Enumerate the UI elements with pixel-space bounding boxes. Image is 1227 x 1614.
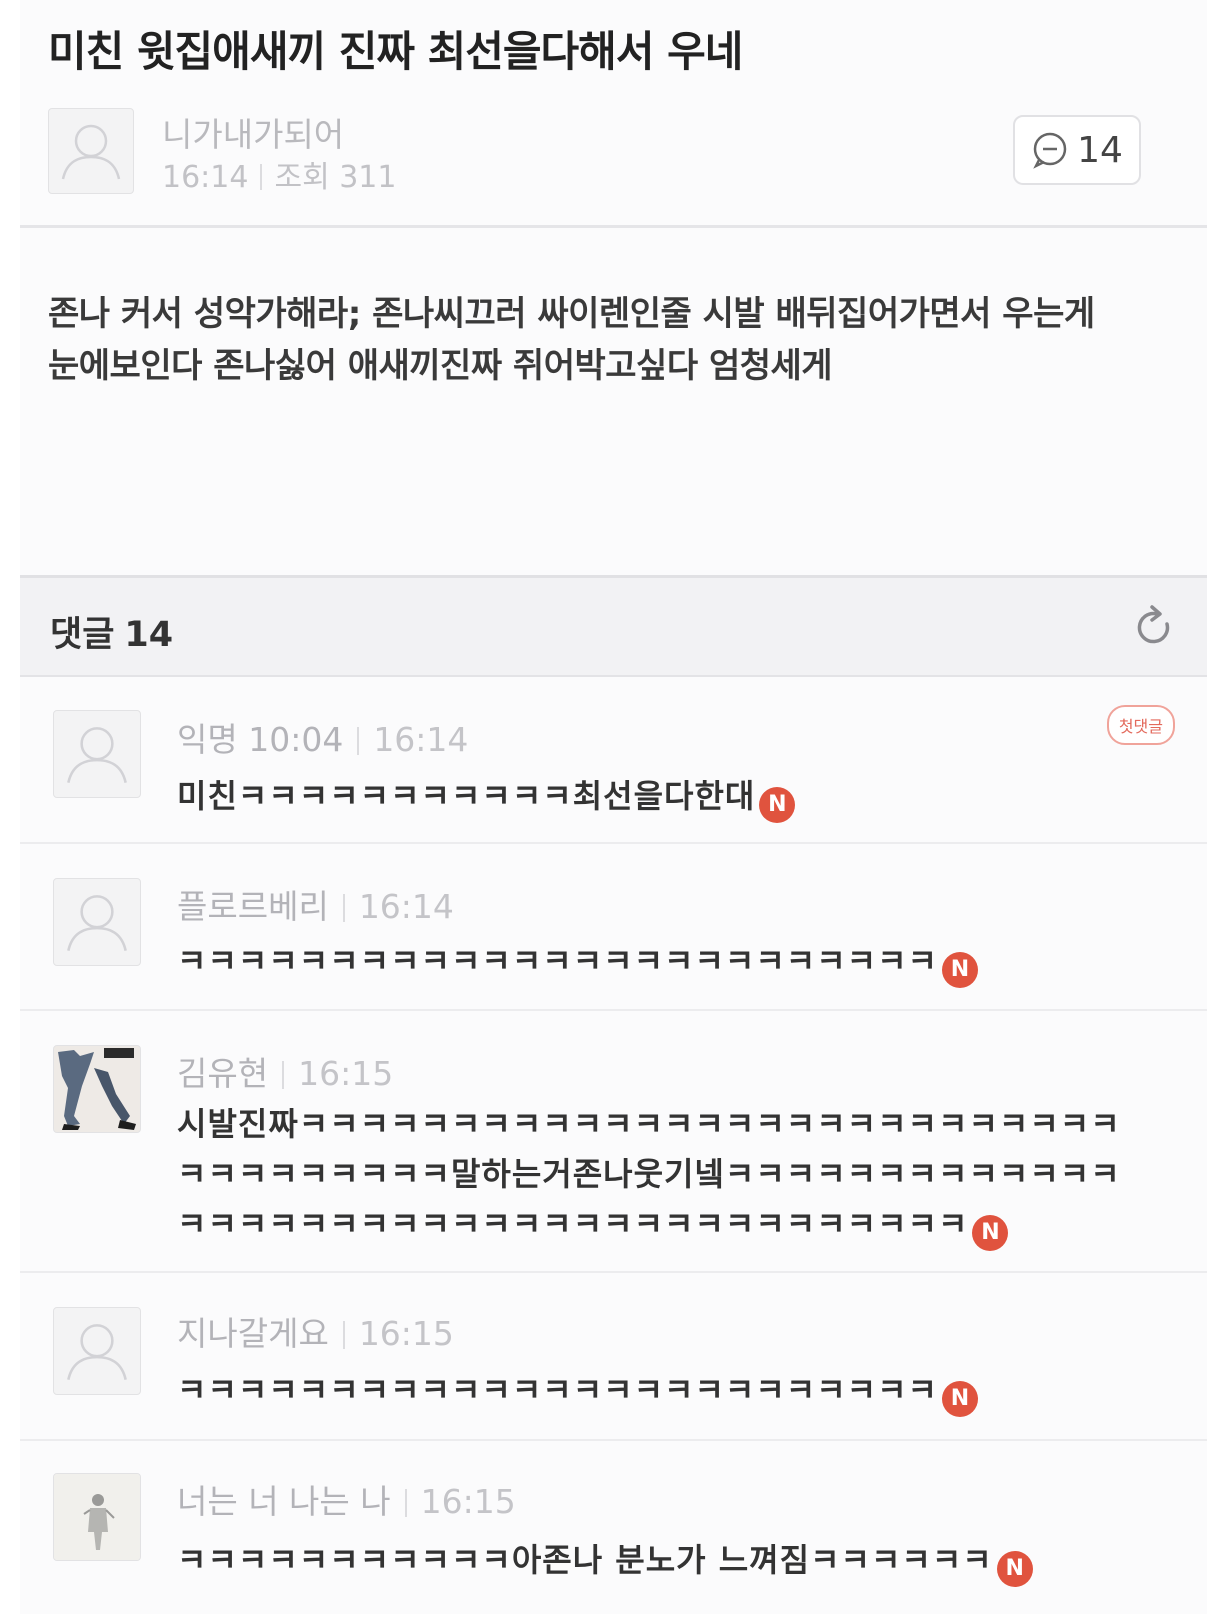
comment-avatar[interactable] <box>53 878 141 966</box>
comment-author-name[interactable]: 지나갈게요 <box>177 1314 329 1353</box>
post-views: 조회 311 <box>274 160 397 195</box>
comment-time: 16:14 <box>358 887 454 926</box>
meta-separator <box>260 164 263 190</box>
author-name[interactable]: 니가내가되어 <box>162 108 344 156</box>
refresh-icon <box>1137 605 1170 644</box>
separator <box>404 1489 407 1517</box>
comment-text-body: ㅋㅋㅋㅋㅋㅋㅋㅋㅋㅋㅋㅋㅋㅋㅋㅋㅋㅋㅋㅋㅋㅋㅋㅋㅋ <box>177 942 939 980</box>
post-title: 미친 윗집애새끼 진짜 최선을다해서 우네 <box>48 27 743 76</box>
comment-count: 14 <box>1077 129 1123 171</box>
comment-text: ㅋㅋㅋㅋㅋㅋㅋㅋㅋㅋㅋ아존나 분노가 느껴짐ㅋㅋㅋㅋㅋㅋ N <box>177 1535 1137 1587</box>
comments-label-text: 댓글 <box>50 615 115 655</box>
comment-item: 지나갈게요 16:15 ㅋㅋㅋㅋㅋㅋㅋㅋㅋㅋㅋㅋㅋㅋㅋㅋㅋㅋㅋㅋㅋㅋㅋㅋㅋ N <box>20 1273 1207 1441</box>
comment-item: 김유현 16:15 시발진짜ㅋㅋㅋㅋㅋㅋㅋㅋㅋㅋㅋㅋㅋㅋㅋㅋㅋㅋㅋㅋㅋㅋㅋㅋㅋㅋㅋ… <box>20 1011 1207 1273</box>
comment-item: 너는 너 나는 나 16:15 ㅋㅋㅋㅋㅋㅋㅋㅋㅋㅋㅋ아존나 분노가 느껴짐ㅋㅋㅋ… <box>20 1441 1207 1614</box>
separator <box>282 1061 285 1089</box>
comment-author[interactable]: 김유현 16:15 <box>177 1047 393 1095</box>
comment-text: 미친ㅋㅋㅋㅋㅋㅋㅋㅋㅋㅋㅋ최선을다한대 N <box>177 771 1137 823</box>
new-badge: N <box>942 952 979 988</box>
comment-text-body: ㅋㅋㅋㅋㅋㅋㅋㅋㅋㅋㅋㅋㅋㅋㅋㅋㅋㅋㅋㅋㅋㅋㅋㅋㅋ <box>177 1371 939 1409</box>
separator <box>342 894 345 922</box>
refresh-button[interactable] <box>1133 602 1177 652</box>
comment-avatar[interactable] <box>53 710 141 798</box>
default-user-icon <box>67 895 127 951</box>
photo-avatar <box>54 1046 140 1132</box>
speech-bubble-icon <box>1033 132 1067 169</box>
comment-author-name[interactable]: 너는 너 나는 나 <box>177 1482 391 1521</box>
comment-time: 16:15 <box>358 1314 454 1353</box>
comment-author[interactable]: 지나갈게요 16:15 <box>177 1307 454 1355</box>
comment-item: 익명 10:04 16:14 미친ㅋㅋㅋㅋㅋㅋㅋㅋㅋㅋㅋ최선을다한대 N 첫댓글 <box>20 677 1207 844</box>
comment-author-name[interactable]: 김유현 <box>177 1054 268 1093</box>
post-body: 존나 커서 성악가해라; 존나씨끄러 싸이렌인줄 시발 배뒤집어가면서 우는게 … <box>48 294 1095 386</box>
default-user-icon <box>61 124 121 180</box>
comment-time: 16:15 <box>298 1054 394 1093</box>
new-badge: N <box>942 1381 979 1417</box>
post-page: 미친 윗집애새끼 진짜 최선을다해서 우네 니가내가되어 16:14 조회 311… <box>0 0 1227 1614</box>
comment-author[interactable]: 익명 10:04 16:14 <box>177 713 468 761</box>
comments-count: 14 <box>124 615 174 655</box>
default-user-icon <box>67 727 127 783</box>
comment-author[interactable]: 너는 너 나는 나 16:15 <box>177 1475 516 1523</box>
comments-label: 댓글 14 <box>50 606 173 657</box>
new-badge: N <box>996 1551 1033 1587</box>
comment-avatar[interactable] <box>53 1045 141 1133</box>
comments-header: 댓글 14 <box>20 575 1207 677</box>
new-badge: N <box>759 787 796 823</box>
comment-avatar[interactable] <box>53 1307 141 1395</box>
comment-text: ㅋㅋㅋㅋㅋㅋㅋㅋㅋㅋㅋㅋㅋㅋㅋㅋㅋㅋㅋㅋㅋㅋㅋㅋㅋ N <box>177 936 1137 988</box>
comment-author-name[interactable]: 익명 10:04 <box>177 720 343 759</box>
header-divider <box>20 225 1207 228</box>
comment-author-name[interactable]: 플로르베리 <box>177 887 329 926</box>
default-user-icon <box>67 1324 127 1380</box>
comment-time: 16:14 <box>373 720 469 759</box>
post-meta: 16:14 조회 311 <box>162 152 396 196</box>
comment-text-body: 미친ㅋㅋㅋㅋㅋㅋㅋㅋㅋㅋㅋ최선을다한대 <box>177 777 756 815</box>
first-comment-badge: 첫댓글 <box>1106 705 1175 745</box>
new-badge: N <box>972 1215 1009 1251</box>
separator <box>357 727 360 755</box>
comment-count-button[interactable]: 14 <box>1013 115 1141 185</box>
comment-text: 시발진짜ㅋㅋㅋㅋㅋㅋㅋㅋㅋㅋㅋㅋㅋㅋㅋㅋㅋㅋㅋㅋㅋㅋㅋㅋㅋㅋㅋㅋㅋㅋㅋㅋㅋㅋㅋㅋ… <box>177 1099 1137 1251</box>
comment-item: 플로르베리 16:14 ㅋㅋㅋㅋㅋㅋㅋㅋㅋㅋㅋㅋㅋㅋㅋㅋㅋㅋㅋㅋㅋㅋㅋㅋㅋ N <box>20 844 1207 1011</box>
comment-text-body: ㅋㅋㅋㅋㅋㅋㅋㅋㅋㅋㅋ아존나 분노가 느껴짐ㅋㅋㅋㅋㅋㅋ <box>177 1541 993 1579</box>
post-time: 16:14 <box>162 160 249 195</box>
photo-avatar <box>54 1474 140 1560</box>
comment-text: ㅋㅋㅋㅋㅋㅋㅋㅋㅋㅋㅋㅋㅋㅋㅋㅋㅋㅋㅋㅋㅋㅋㅋㅋㅋ N <box>177 1365 1137 1417</box>
comment-author[interactable]: 플로르베리 16:14 <box>177 880 454 928</box>
author-avatar[interactable] <box>48 108 134 194</box>
comment-avatar[interactable] <box>53 1473 141 1561</box>
comment-time: 16:15 <box>420 1482 516 1521</box>
separator <box>342 1321 345 1349</box>
